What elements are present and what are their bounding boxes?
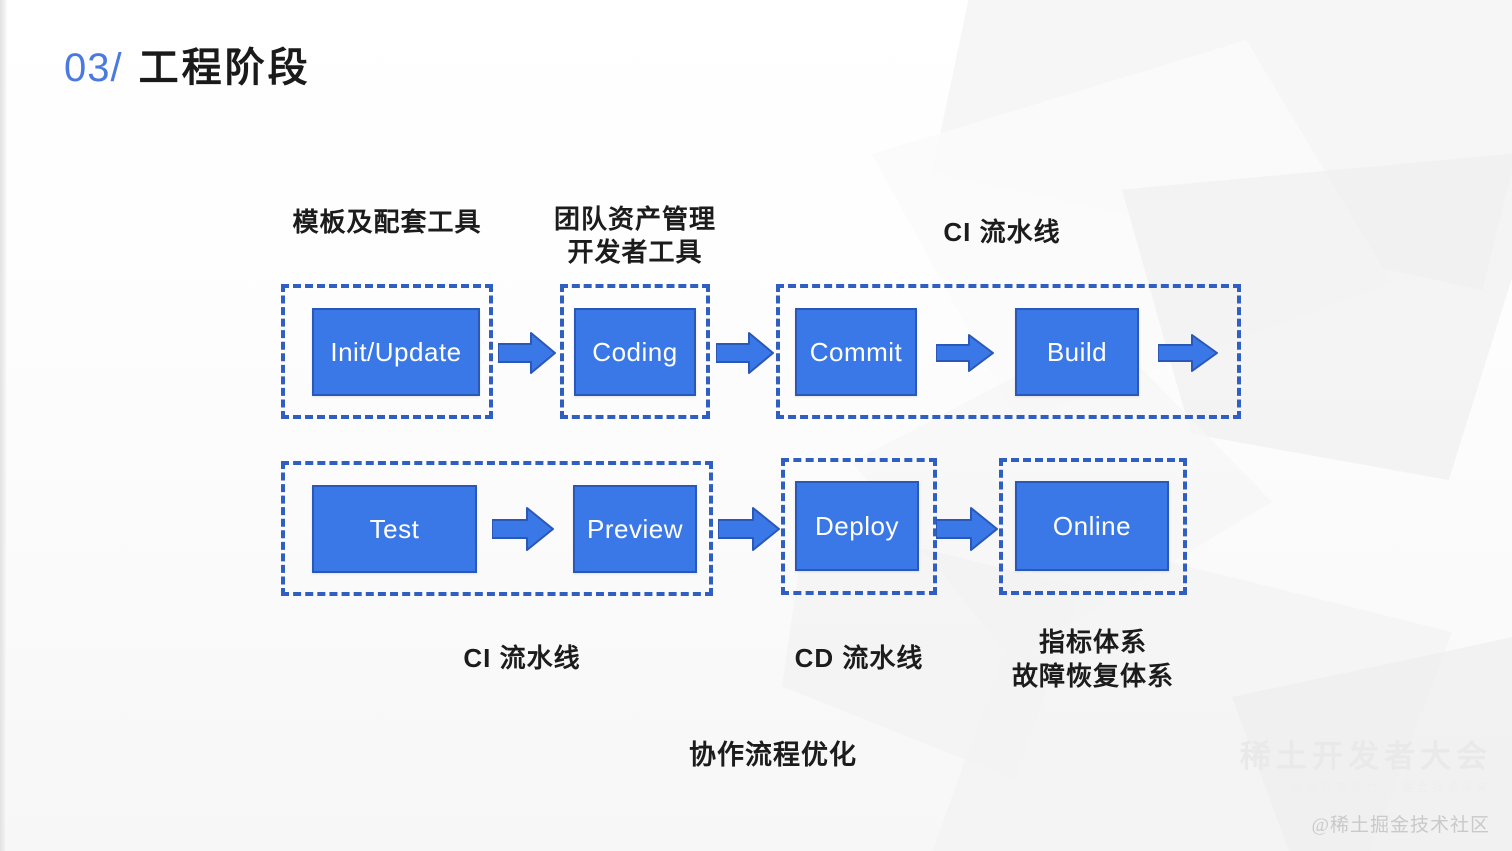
slide-canvas: 03/工程阶段 模板及配套工具 团队资产管理 开发者工具 CI 流水线 Init… [0,0,1512,851]
stage-test[interactable]: Test [312,485,477,573]
arrow-commit-to-build [936,333,994,373]
arrow-deploy-to-online [936,506,998,552]
stage-preview[interactable]: Preview [573,485,697,573]
pipeline-diagram: 模板及配套工具 团队资产管理 开发者工具 CI 流水线 Init/Update … [0,0,1512,851]
group-label-cd-pipeline: CD 流水线 [794,643,924,673]
stage-deploy[interactable]: Deploy [795,481,919,571]
arrow-preview-to-deploy [718,506,780,552]
stage-online[interactable]: Online [1015,481,1169,571]
stage-coding[interactable]: Coding [574,308,696,396]
arrow-build-to-next [1158,333,1218,373]
stage-build[interactable]: Build [1015,308,1139,396]
arrow-coding-to-commit [716,331,774,375]
group-label-metrics-recovery: 指标体系 故障恢复体系 [1011,627,1174,691]
stage-init-update[interactable]: Init/Update [312,308,480,396]
stage-commit[interactable]: Commit [795,308,917,396]
group-label-ci-pipeline-top: CI 流水线 [943,217,1061,247]
footer-caption: 协作流程优化 [689,740,857,770]
group-label-template-tools: 模板及配套工具 [292,207,482,237]
arrow-test-to-preview [492,506,554,552]
group-label-ci-pipeline-bottom: CI 流水线 [463,643,581,673]
group-label-team-assets: 团队资产管理 开发者工具 [553,204,716,267]
arrow-init-to-coding [498,331,556,375]
